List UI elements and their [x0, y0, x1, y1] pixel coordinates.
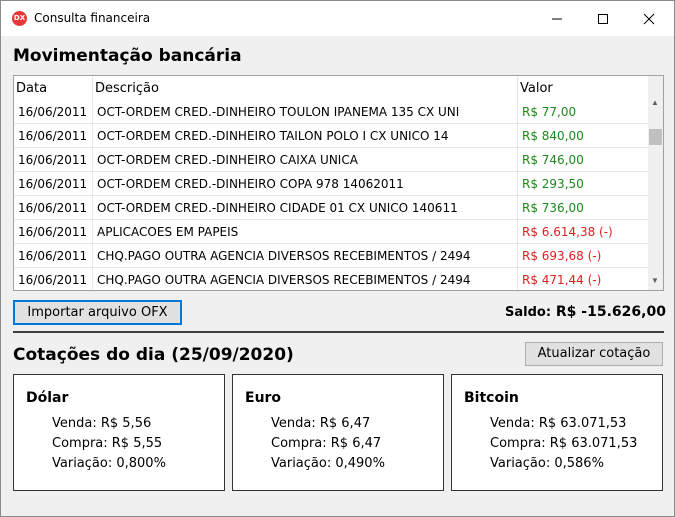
minimize-button[interactable]: [534, 1, 580, 36]
cell-descricao: CHQ.PAGO OUTRA AGENCIA DIVERSOS RECEBIME…: [97, 249, 471, 263]
section-separator: [13, 331, 664, 333]
quote-card-bitcoin: Bitcoin Venda: R$ 63.071,53 Compra: R$ 6…: [451, 374, 663, 491]
cell-divider: [517, 196, 518, 220]
cell-data: 16/06/2011: [18, 201, 88, 215]
cell-divider: [517, 124, 518, 148]
saldo-value: R$ -15.626,00: [555, 304, 666, 320]
column-header-data[interactable]: Data: [16, 81, 47, 96]
movimentacao-heading: Movimentação bancária: [13, 46, 242, 66]
cell-data: 16/06/2011: [18, 105, 88, 119]
compra-value: Compra: R$ 6,47: [271, 436, 382, 451]
scroll-down-icon[interactable]: ▼: [651, 276, 659, 285]
table-row[interactable]: 16/06/2011 OCT-ORDEM CRED.-DINHEIRO COPA …: [14, 172, 648, 196]
cell-descricao: OCT-ORDEM CRED.-DINHEIRO CAIXA UNICA: [97, 153, 358, 167]
venda-value: Venda: R$ 63.071,53: [490, 416, 627, 431]
cell-valor: R$ 6.614,38 (-): [522, 225, 613, 239]
cell-divider: [517, 172, 518, 196]
table-row[interactable]: 16/06/2011 CHQ.PAGO OUTRA AGENCIA DIVERSO…: [14, 244, 648, 268]
cell-data: 16/06/2011: [18, 129, 88, 143]
cell-valor: R$ 693,68 (-): [522, 249, 602, 263]
saldo-display: Saldo: R$ -15.626,00: [505, 304, 666, 320]
close-button[interactable]: [626, 1, 672, 36]
cell-divider: [92, 268, 93, 290]
cell-divider: [517, 268, 518, 290]
app-icon: DX: [12, 11, 27, 26]
cell-valor: R$ 471,44 (-): [522, 273, 602, 287]
cell-descricao: OCT-ORDEM CRED.-DINHEIRO CIDADE 01 CX UN…: [97, 201, 458, 215]
cell-descricao: CHQ.PAGO OUTRA AGENCIA DIVERSOS RECEBIME…: [97, 273, 471, 287]
cell-valor: R$ 746,00: [522, 153, 584, 167]
maximize-button[interactable]: [580, 1, 626, 36]
cell-data: 16/06/2011: [18, 225, 88, 239]
cell-divider: [92, 196, 93, 220]
table-row[interactable]: 16/06/2011 APLICACOES EM PAPEIS R$ 6.614,3…: [14, 220, 648, 244]
table-row[interactable]: 16/06/2011 CHQ.PAGO OUTRA AGENCIA DIVERSO…: [14, 268, 648, 290]
table-row[interactable]: 16/06/2011 OCT-ORDEM CRED.-DINHEIRO TAILO…: [14, 124, 648, 148]
cell-divider: [517, 220, 518, 244]
import-ofx-button[interactable]: Importar arquivo OFX: [13, 300, 182, 325]
cell-descricao: APLICACOES EM PAPEIS: [97, 225, 239, 239]
variacao-value: Variação: 0,800%: [52, 456, 166, 471]
cell-data: 16/06/2011: [18, 249, 88, 263]
compra-value: Compra: R$ 63.071,53: [490, 436, 638, 451]
cell-descricao: OCT-ORDEM CRED.-DINHEIRO TOULON IPANEMA …: [97, 105, 460, 119]
cell-divider: [517, 148, 518, 172]
cell-valor: R$ 736,00: [522, 201, 584, 215]
minimize-icon: [552, 18, 562, 20]
quote-card-euro: Euro Venda: R$ 6,47 Compra: R$ 6,47 Vari…: [232, 374, 444, 491]
update-quotes-button[interactable]: Atualizar cotação: [525, 342, 663, 366]
scroll-up-icon[interactable]: ▲: [651, 98, 659, 107]
cell-divider: [92, 220, 93, 244]
table-row[interactable]: 16/06/2011 OCT-ORDEM CRED.-DINHEIRO CIDAD…: [14, 196, 648, 220]
cell-data: 16/06/2011: [18, 177, 88, 191]
close-icon: [643, 13, 655, 25]
venda-value: Venda: R$ 6,47: [271, 416, 371, 431]
currency-name: Dólar: [26, 390, 69, 406]
cell-valor: R$ 840,00: [522, 129, 584, 143]
column-header-valor[interactable]: Valor: [520, 81, 553, 96]
venda-value: Venda: R$ 5,56: [52, 416, 152, 431]
cell-valor: R$ 293,50: [522, 177, 584, 191]
transactions-grid[interactable]: Data Descrição Valor 16/06/2011 OCT-ORDEM…: [13, 75, 664, 291]
compra-value: Compra: R$ 5,55: [52, 436, 163, 451]
grid-rows: 16/06/2011 OCT-ORDEM CRED.-DINHEIRO TOULO…: [14, 100, 648, 290]
variacao-value: Variação: 0,586%: [490, 456, 604, 471]
quote-card-dolar: Dólar Venda: R$ 5,56 Compra: R$ 5,55 Var…: [13, 374, 225, 491]
header-divider: [517, 76, 518, 100]
saldo-label: Saldo:: [505, 305, 552, 320]
table-row[interactable]: 16/06/2011 OCT-ORDEM CRED.-DINHEIRO TOULO…: [14, 100, 648, 124]
currency-name: Euro: [245, 390, 282, 406]
cell-data: 16/06/2011: [18, 273, 88, 287]
vertical-scrollbar[interactable]: ▲ ▼: [648, 76, 663, 290]
cell-divider: [92, 124, 93, 148]
currency-name: Bitcoin: [464, 390, 519, 406]
variacao-value: Variação: 0,490%: [271, 456, 385, 471]
cell-descricao: OCT-ORDEM CRED.-DINHEIRO TAILON POLO I C…: [97, 129, 449, 143]
cell-divider: [517, 100, 518, 124]
cell-data: 16/06/2011: [18, 153, 88, 167]
column-header-descricao[interactable]: Descrição: [95, 81, 159, 96]
app-window: DX Consulta financeira Movimentação banc…: [0, 0, 675, 517]
title-bar[interactable]: DX Consulta financeira: [1, 1, 674, 36]
cell-divider: [92, 244, 93, 268]
cell-divider: [92, 172, 93, 196]
cell-divider: [517, 244, 518, 268]
cell-descricao: OCT-ORDEM CRED.-DINHEIRO COPA 978 140620…: [97, 177, 404, 191]
grid-header: Data Descrição Valor: [14, 76, 648, 100]
cell-divider: [92, 100, 93, 124]
window-title: Consulta financeira: [34, 11, 151, 25]
cell-divider: [92, 148, 93, 172]
cotacoes-heading: Cotações do dia (25/09/2020): [13, 345, 294, 365]
maximize-icon: [598, 14, 608, 24]
scrollbar-thumb[interactable]: [649, 129, 662, 145]
header-divider: [92, 76, 93, 100]
table-row[interactable]: 16/06/2011 OCT-ORDEM CRED.-DINHEIRO CAIXA…: [14, 148, 648, 172]
cell-valor: R$ 77,00: [522, 105, 577, 119]
